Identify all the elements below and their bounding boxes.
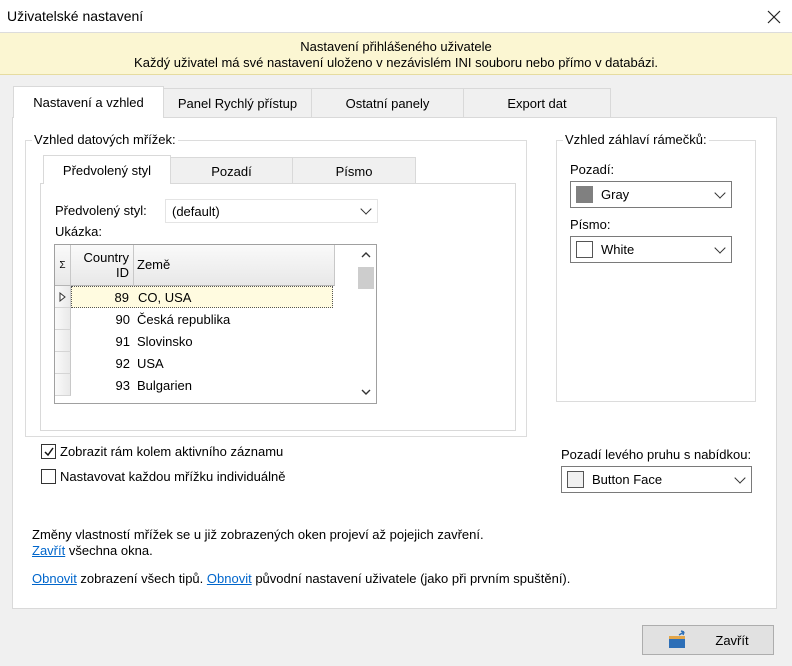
tab-label: Export dat [507, 96, 567, 111]
tab-label: Ostatní panely [345, 96, 430, 111]
tab-export-data[interactable]: Export dat [463, 88, 611, 118]
close-all-windows-link[interactable]: Zavřít [32, 543, 65, 558]
restore-note: Obnovit zobrazení všech tipů. Obnovit pů… [32, 571, 570, 586]
header-bg-label: Pozadí: [570, 162, 615, 177]
chevron-down-icon [714, 241, 726, 254]
row-indicator[interactable] [55, 308, 71, 330]
row-indicator[interactable] [55, 352, 71, 374]
table-row[interactable]: 93 Bulgarien [71, 374, 333, 396]
header-font-dropdown[interactable]: White [570, 236, 732, 263]
tab-background[interactable]: Pozadí [170, 157, 293, 184]
color-swatch [576, 241, 593, 258]
cell-country-name: Slovinsko [137, 334, 193, 349]
tab-label: Předvolený styl [62, 162, 152, 178]
tab-label: Panel Rychlý přístup [177, 96, 298, 111]
exit-door-icon [669, 630, 686, 648]
cell-country-id: 90 [115, 312, 130, 327]
tab-quick-access-panel[interactable]: Panel Rychlý přístup [163, 88, 312, 118]
tab-font[interactable]: Písmo [292, 157, 416, 184]
table-row[interactable]: 90 Česká republika [71, 308, 333, 330]
scroll-down-icon[interactable] [361, 388, 371, 396]
close-window-button[interactable] [755, 0, 792, 33]
preview-label: Ukázka: [55, 224, 102, 239]
note-text: zobrazení všech tipů. [76, 571, 207, 586]
cell-country-name: Česká republika [137, 312, 231, 327]
restore-defaults-link[interactable]: Obnovit [207, 571, 252, 586]
banner-title: Nastavení přihlášeného uživatele [300, 39, 492, 54]
preset-style-value: (default) [172, 203, 220, 219]
checkmark-icon [44, 447, 54, 457]
left-strip-label: Pozadí levého pruhu s nabídkou: [561, 447, 752, 462]
info-banner: Nastavení přihlášeného uživatele Každý u… [0, 33, 792, 75]
cell-country-name: CO, USA [138, 290, 192, 305]
cell-country-id: 89 [114, 290, 129, 305]
table-row[interactable]: 91 Slovinsko [71, 330, 333, 352]
header-bg-dropdown[interactable]: Gray [570, 181, 732, 208]
note-text: všechna okna. [65, 543, 153, 558]
checkbox-box[interactable] [41, 444, 56, 459]
table-row[interactable]: 89 CO, USA [71, 286, 333, 308]
grid-change-note: Změny vlastností mřížek se u již zobraze… [32, 527, 484, 542]
window-title: Uživatelské nastavení [7, 8, 144, 24]
header-font-value: White [601, 242, 635, 257]
checkbox-label: Nastavovat každou mřížku individuálně [60, 469, 286, 484]
column-header-line: Country [83, 250, 129, 265]
preset-style-dropdown[interactable]: (default) [165, 199, 378, 223]
banner-subtitle: Každý uživatel má své nastavení uloženo … [134, 55, 658, 70]
cell-country-id: 92 [115, 356, 130, 371]
sigma-header: Σ [55, 245, 71, 286]
tab-settings-appearance[interactable]: Nastavení a vzhled [13, 86, 164, 118]
current-row-icon [59, 291, 66, 302]
grid-appearance-label: Vzhled datových mřížek: [32, 132, 178, 147]
close-icon [767, 10, 780, 23]
chevron-down-icon [734, 471, 746, 484]
note-text: původní nastavení uživatele (jako při pr… [251, 571, 571, 586]
close-button[interactable]: Zavřít [642, 625, 774, 655]
vertical-scrollbar[interactable] [356, 245, 376, 403]
close-windows-note: Zavřít všechna okna. [32, 543, 153, 558]
cell-country-name: USA [137, 356, 164, 371]
cell-country-id: 93 [115, 378, 130, 393]
row-indicator[interactable] [55, 286, 71, 308]
column-header-line: ID [116, 265, 129, 280]
tab-label: Písmo [335, 163, 373, 179]
row-indicator[interactable] [55, 374, 71, 396]
cell-country-name: Bulgarien [137, 378, 192, 393]
color-swatch [567, 471, 584, 488]
tab-label: Nastavení a vzhled [33, 95, 144, 110]
cell-country-id: 91 [115, 334, 130, 349]
tab-label: Pozadí [211, 163, 252, 179]
column-header-label: Země [137, 257, 171, 272]
column-header-zeme[interactable]: Země [134, 245, 335, 286]
restore-tips-link[interactable]: Obnovit [32, 571, 77, 586]
close-button-label: Zavřít [715, 632, 749, 648]
color-swatch [576, 186, 593, 203]
header-bg-value: Gray [601, 187, 630, 202]
header-appearance-label: Vzhled záhlaví rámečků: [563, 132, 709, 147]
individual-grid-checkbox[interactable]: Nastavovat každou mřížku individuálně [41, 469, 285, 484]
checkbox-label: Zobrazit rám kolem aktivního záznamu [60, 444, 284, 459]
show-active-frame-checkbox[interactable]: Zobrazit rám kolem aktivního záznamu [41, 444, 283, 459]
header-font-label: Písmo: [570, 217, 611, 232]
left-strip-value: Button Face [592, 472, 663, 487]
scroll-up-icon[interactable] [361, 251, 371, 259]
tab-preset-style[interactable]: Předvolený styl [43, 155, 171, 184]
preset-style-label: Předvolený styl: [55, 203, 147, 218]
tab-other-panels[interactable]: Ostatní panely [311, 88, 464, 118]
scrollbar-thumb[interactable] [358, 267, 374, 289]
preview-grid[interactable]: Σ Country ID Země 89 CO, USA 90 Česká re… [54, 244, 377, 404]
checkbox-box[interactable] [41, 469, 56, 484]
chevron-down-icon [714, 186, 726, 199]
left-strip-dropdown[interactable]: Button Face [561, 466, 752, 493]
title-bar: Uživatelské nastavení [0, 0, 792, 33]
sigma-icon: Σ [59, 259, 66, 271]
header-appearance-group [556, 140, 756, 402]
chevron-down-icon [360, 203, 372, 215]
column-header-country-id[interactable]: Country ID [71, 245, 134, 286]
row-indicator[interactable] [55, 330, 71, 352]
table-row[interactable]: 92 USA [71, 352, 333, 374]
